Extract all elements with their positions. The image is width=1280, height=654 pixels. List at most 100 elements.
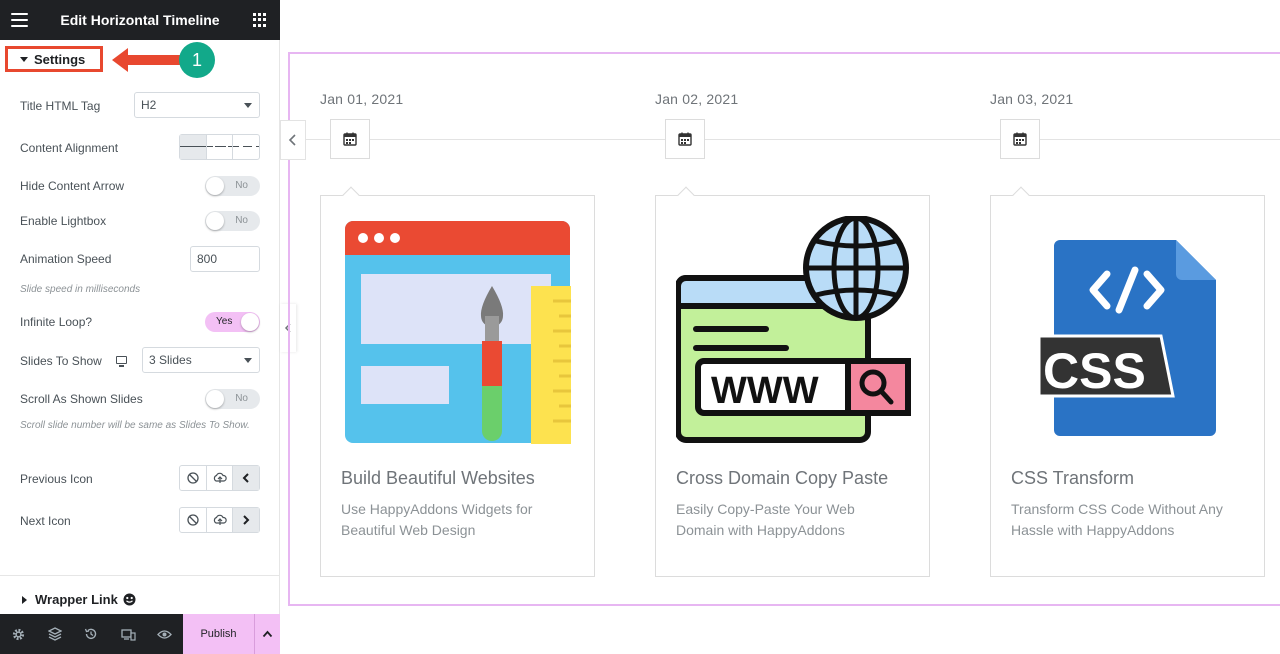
desktop-monitor-icon[interactable] [116, 356, 127, 367]
content-alignment-label: Content Alignment [20, 141, 119, 155]
next-icon-label: Next Icon [20, 514, 71, 528]
toggle-state: No [235, 215, 248, 226]
panel-header: Edit Horizontal Timeline [0, 0, 280, 40]
timeline-card[interactable]: WWW Cross Domain Copy Paste Easily Copy-… [655, 186, 930, 577]
card-description: Easily Copy-Paste Your Web Domain with H… [676, 501, 855, 538]
preview-button[interactable] [146, 614, 183, 654]
timeline-marker [330, 119, 370, 159]
calendar-icon [1013, 132, 1027, 146]
timeline-card[interactable]: CSS CSS Transform Transform CSS Code Wit… [990, 186, 1265, 577]
chevron-down-icon [244, 103, 252, 108]
panel-title: Edit Horizontal Timeline [60, 12, 220, 28]
settings-section-toggle[interactable]: Settings [5, 46, 103, 72]
timeline-date: Jan 02, 2021 [655, 91, 739, 107]
lightbox-toggle[interactable]: No [205, 211, 260, 231]
css-file-illustration-icon: CSS [1037, 240, 1216, 436]
icon-library-button[interactable] [233, 508, 260, 532]
upload-icon [213, 472, 227, 483]
previous-icon-picker [179, 465, 260, 491]
widgets-grid-icon[interactable] [253, 13, 267, 27]
no-icon-button[interactable] [180, 508, 207, 532]
scroll-as-shown-toggle[interactable]: No [205, 389, 260, 409]
card-title: Cross Domain Copy Paste [676, 468, 889, 488]
align-center-icon [206, 145, 233, 149]
upload-svg-button[interactable] [207, 508, 234, 532]
settings-section-label: Settings [34, 51, 86, 67]
slides-to-show-label: Slides To Show [20, 354, 102, 368]
hide-arrow-label: Hide Content Arrow [20, 179, 125, 193]
ban-icon [187, 514, 199, 526]
website-design-illustration-icon [345, 221, 571, 444]
toggle-knob [206, 212, 224, 230]
timeline-prev-button[interactable] [280, 120, 306, 160]
chevron-right-icon [243, 515, 250, 525]
hide-arrow-toggle[interactable]: No [205, 176, 260, 196]
toggle-state: No [235, 180, 248, 191]
svg-text:CSS: CSS [1043, 343, 1146, 399]
upload-icon [213, 514, 227, 525]
card-title: CSS Transform [1011, 468, 1135, 488]
timeline-line [290, 139, 1280, 140]
infinite-loop-label: Infinite Loop? [20, 315, 93, 329]
publish-options-button[interactable] [254, 614, 280, 654]
title-tag-value: H2 [141, 98, 157, 112]
caret-down-icon [20, 56, 28, 62]
panel-footer: Publish [0, 614, 280, 654]
title-tag-select[interactable]: H2 [134, 92, 260, 118]
align-center-button[interactable] [206, 135, 234, 159]
toggle-knob [241, 313, 259, 331]
settings-button[interactable] [0, 614, 37, 654]
animation-speed-hint: Slide speed in milliseconds [20, 284, 141, 295]
wrapper-link-label: Wrapper Link [35, 592, 118, 607]
chevron-left-icon [242, 473, 249, 483]
toggle-state: Yes [216, 316, 233, 327]
previous-icon-label: Previous Icon [20, 472, 93, 486]
caret-right-icon [22, 595, 27, 604]
eye-icon [157, 629, 173, 639]
timeline-date: Jan 01, 2021 [320, 91, 404, 107]
card-description: Use HappyAddons Widgets for Beautiful We… [341, 501, 533, 538]
align-left-icon [180, 145, 206, 149]
card-arrow [1012, 186, 1030, 204]
www-globe-illustration-icon: WWW [676, 216, 911, 443]
timeline-widget[interactable]: Jan 01, 2021 Build Beautiful Websites Us… [280, 52, 1280, 606]
editor-panel: Edit Horizontal Timeline Settings 1 Titl… [0, 0, 280, 654]
happyaddons-logo-icon [123, 593, 136, 606]
svg-text:WWW: WWW [711, 370, 819, 412]
lightbox-label: Enable Lightbox [20, 214, 107, 228]
responsive-devices-icon [120, 628, 136, 641]
content-alignment-group [179, 134, 260, 160]
align-left-button[interactable] [180, 135, 207, 159]
scroll-as-shown-hint: Scroll slide number will be same as Slid… [20, 420, 250, 431]
section-divider [0, 575, 280, 576]
calendar-icon [678, 132, 692, 146]
next-icon-picker [179, 507, 260, 533]
chevron-down-icon [244, 358, 252, 363]
upload-svg-button[interactable] [207, 466, 234, 490]
ban-icon [187, 472, 199, 484]
infinite-loop-toggle[interactable]: Yes [205, 312, 260, 332]
history-icon [85, 628, 97, 640]
no-icon-button[interactable] [180, 466, 207, 490]
publish-button[interactable]: Publish [183, 614, 254, 654]
timeline-card[interactable]: Build Beautiful Websites Use HappyAddons… [320, 186, 595, 577]
animation-speed-label: Animation Speed [20, 252, 112, 266]
chevron-up-icon [262, 630, 273, 638]
slides-to-show-select[interactable]: 3 Slides [142, 347, 260, 373]
toggle-state: No [235, 393, 248, 404]
icon-library-button[interactable] [233, 466, 260, 490]
align-right-button[interactable] [233, 135, 260, 159]
navigator-button[interactable] [37, 614, 74, 654]
timeline-marker [1000, 119, 1040, 159]
toggle-knob [206, 390, 224, 408]
animation-speed-input[interactable]: 800 [190, 246, 260, 272]
slides-to-show-value: 3 Slides [149, 353, 192, 367]
callout-number-badge: 1 [179, 42, 215, 78]
card-arrow [677, 186, 695, 204]
responsive-mode-button[interactable] [110, 614, 147, 654]
wrapper-link-section-toggle[interactable]: Wrapper Link [22, 592, 136, 607]
chevron-left-icon [288, 134, 296, 146]
timeline-marker [665, 119, 705, 159]
card-title: Build Beautiful Websites [341, 468, 535, 488]
history-button[interactable] [73, 614, 110, 654]
